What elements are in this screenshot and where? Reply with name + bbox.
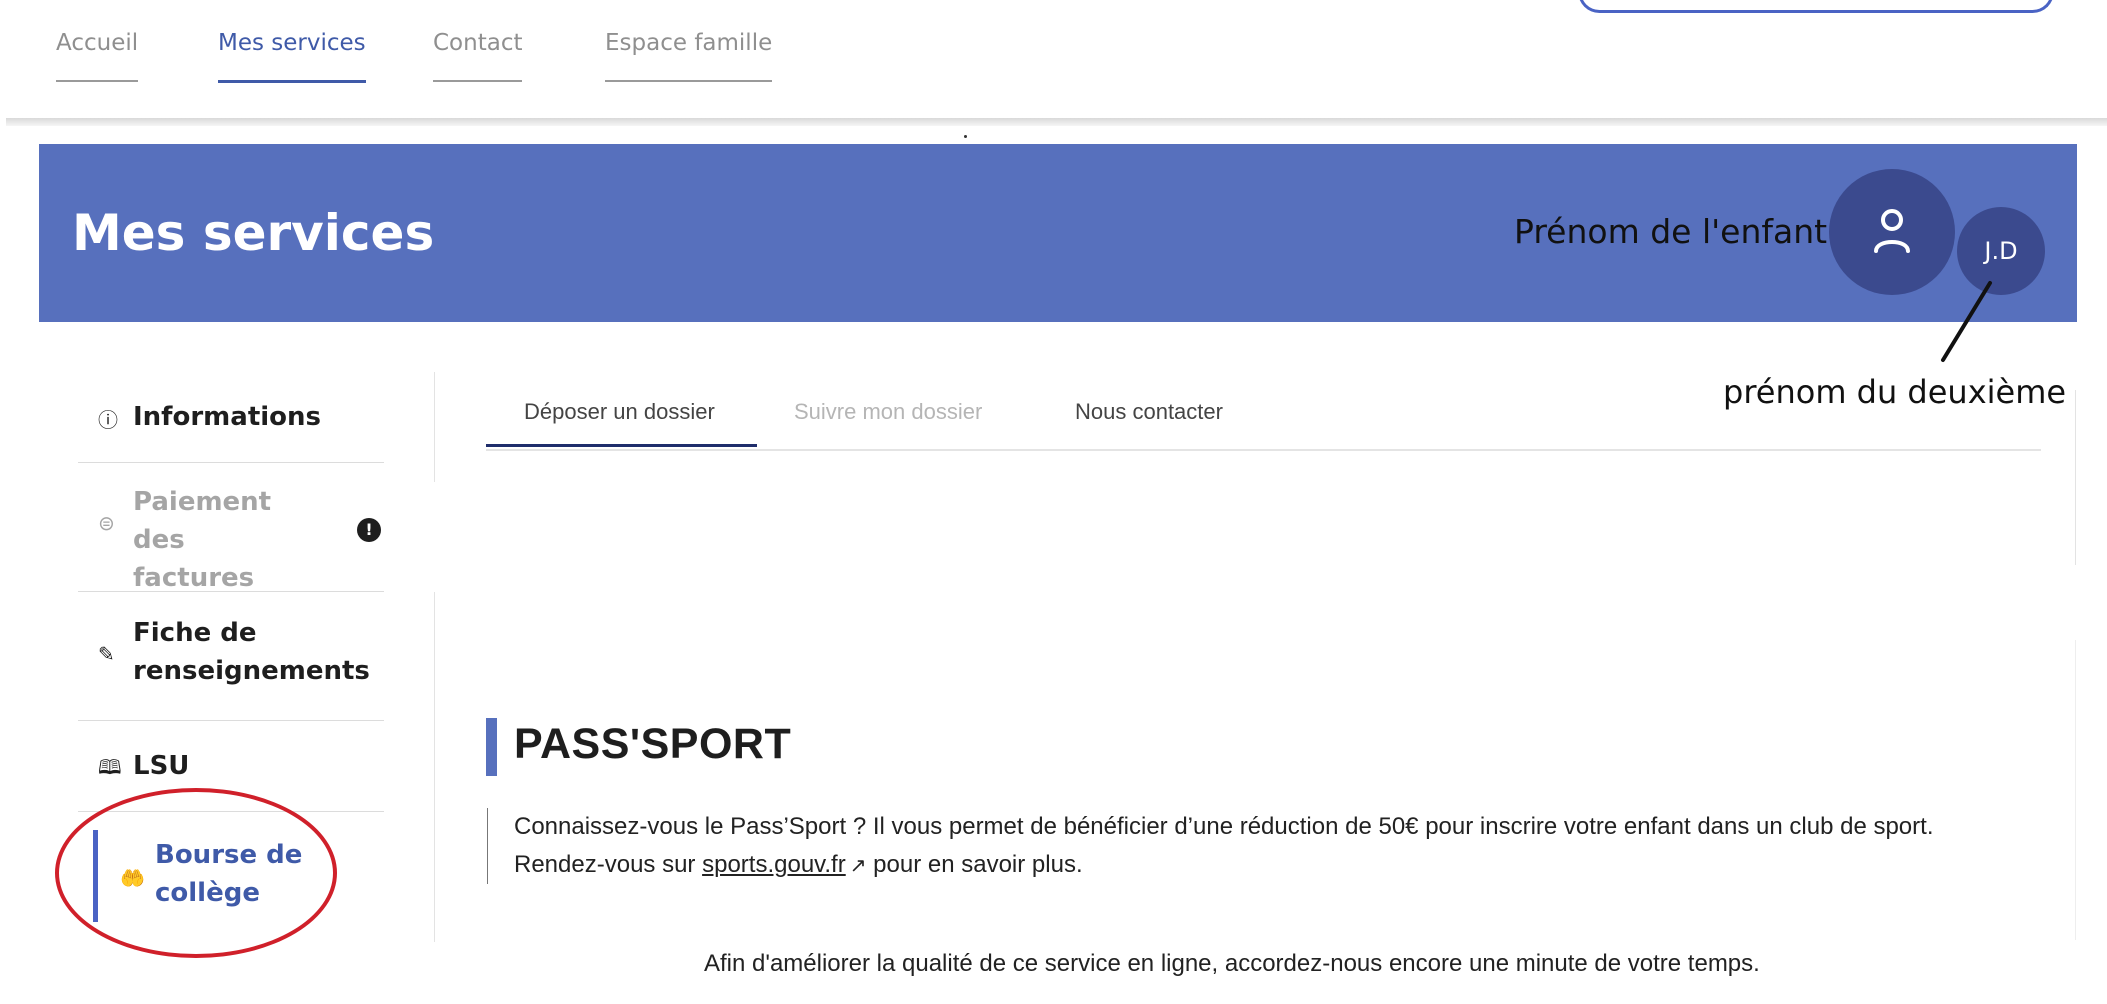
info-icon: ⓘ — [98, 408, 118, 432]
tab-deposer-dossier[interactable]: Déposer un dossier — [524, 399, 715, 425]
description-line-2-end: pour en savoir plus. — [873, 851, 1083, 878]
annotation-highlight-ellipse — [55, 788, 337, 958]
title-accent-bar — [486, 718, 497, 776]
description-line-2-start: Rendez-vous sur — [514, 851, 696, 878]
payment-icon: ⊜ — [98, 511, 115, 535]
sidebar-item-informations[interactable]: ⓘ Informations — [78, 372, 384, 463]
sidebar-item-fiche-renseignements[interactable]: ✎ Fiche de renseignements — [78, 592, 384, 721]
sidebar-item-paiement-factures[interactable]: ⊜ Paiement des factures ! — [78, 463, 384, 593]
sidebar-divider — [434, 592, 435, 942]
book-icon: 🕮 — [98, 755, 122, 779]
survey-prompt: Afin d'améliorer la qualité de ce servic… — [704, 950, 1760, 977]
section-title: PASS'SPORT — [514, 720, 792, 768]
tab-suivre-dossier[interactable]: Suivre mon dossier — [794, 399, 982, 425]
passsport-description: Connaissez-vous le Pass’Sport ? Il vous … — [514, 808, 2074, 885]
warning-badge-icon: ! — [357, 518, 381, 542]
tab-nous-contacter[interactable]: Nous contacter — [1075, 399, 1223, 425]
quote-border — [487, 808, 488, 884]
sports-gouv-link[interactable]: sports.gouv.fr ↗ — [702, 851, 866, 878]
external-link-icon: ↗ — [849, 855, 867, 877]
active-tab-underline — [486, 444, 757, 447]
dossier-tabs: Déposer un dossier Suivre mon dossier No… — [486, 395, 2041, 451]
form-edit-icon: ✎ — [98, 642, 115, 666]
content-border — [2075, 640, 2076, 940]
sidebar-divider — [434, 372, 435, 482]
description-line-1: Connaissez-vous le Pass’Sport ? Il vous … — [514, 813, 1934, 840]
content-border — [2075, 390, 2076, 565]
